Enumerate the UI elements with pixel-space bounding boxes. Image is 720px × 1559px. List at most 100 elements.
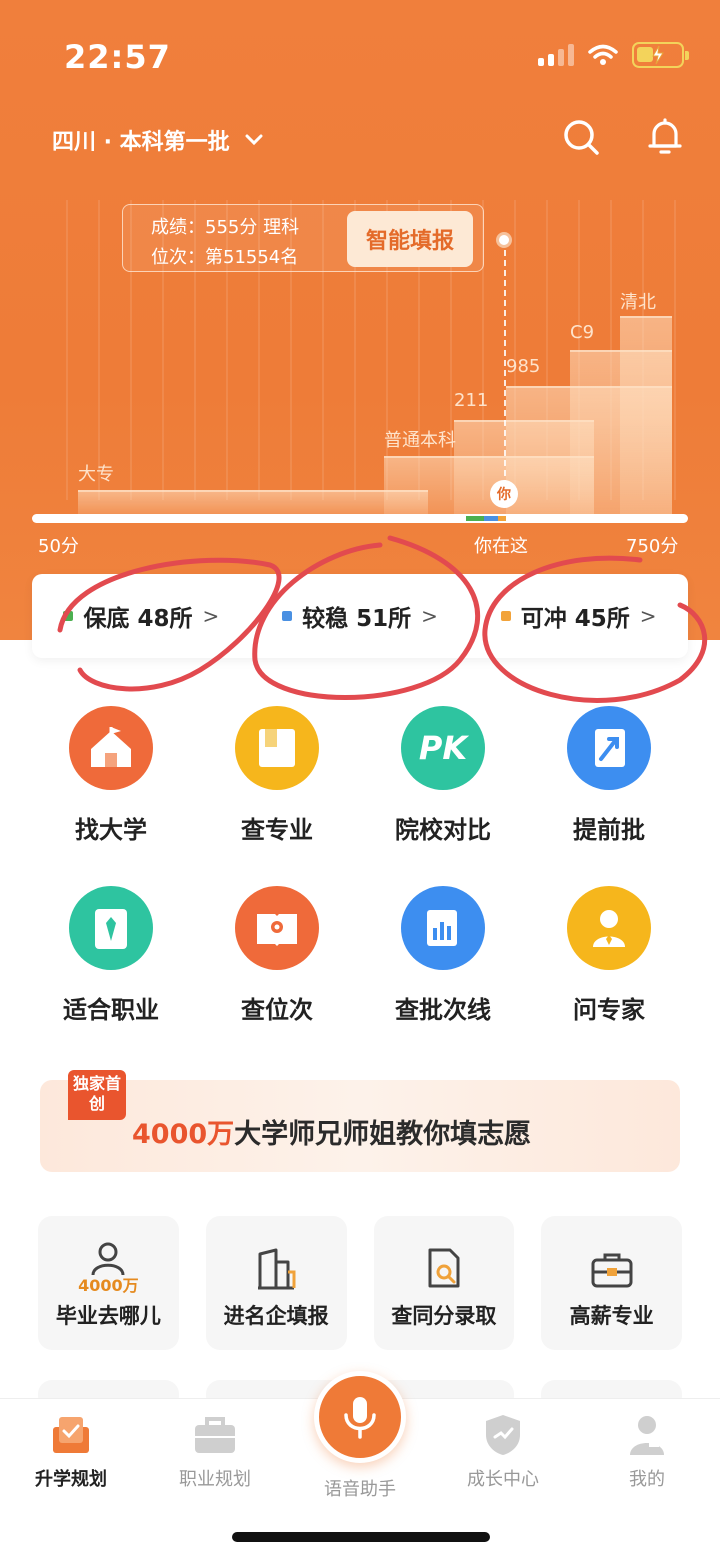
briefcase-icon <box>195 1417 235 1453</box>
status-time: 22:57 <box>64 38 171 76</box>
nav-label: 职业规划 <box>179 1469 251 1490</box>
axis-max-label: 750分 <box>626 536 679 557</box>
grid-item-early-batch[interactable]: 提前批 <box>526 706 692 845</box>
nav-item-growth-center[interactable]: 成长中心 <box>438 1413 568 1491</box>
nav-item-voice-assistant[interactable]: 语音助手 <box>295 1467 425 1501</box>
tier-label: 大专 <box>78 464 114 485</box>
recommendation-tabs: 保底 48所 > 较稳 51所 > 可冲 45所 > <box>32 574 688 658</box>
axis-min-label: 50分 <box>38 536 79 557</box>
score-axis <box>32 514 688 523</box>
reach-dot <box>500 611 511 621</box>
region-label: 四川 · 本科第一批 <box>52 130 230 155</box>
book-icon <box>235 706 319 790</box>
grid-item-batch-lines[interactable]: 查批次线 <box>360 886 526 1025</box>
tie-icon <box>69 886 153 970</box>
grid-item-compare[interactable]: PK 院校对比 <box>360 706 526 845</box>
score-text: 成绩：555分 理科 <box>151 217 300 238</box>
safe-dot <box>63 611 74 621</box>
mic-icon <box>344 1397 376 1439</box>
grid-label: 找大学 <box>75 816 147 844</box>
tier-label: C9 <box>570 322 595 343</box>
chevron-down-icon <box>245 134 263 146</box>
grid-label: 问专家 <box>573 996 645 1024</box>
card-sub: 4000万 <box>78 1276 139 1295</box>
grid-item-career-fit[interactable]: 适合职业 <box>28 886 194 1025</box>
expert-icon <box>567 886 651 970</box>
grid-label: 提前批 <box>573 816 645 844</box>
grid-item-rank-lookup[interactable]: 查位次 <box>194 886 360 1025</box>
banner-highlight: 4000万 <box>132 1119 235 1150</box>
home-indicator <box>232 1532 490 1542</box>
score-info-box: 成绩：555分 理科 位次：第51554名 智能填报 <box>122 204 484 272</box>
grid-label: 院校对比 <box>395 816 491 844</box>
feature-grid-row-2: 适合职业 查位次 查批次线 问专家 <box>28 886 692 1025</box>
header-actions <box>562 118 682 156</box>
tab-stable[interactable]: 较稳 51所 > <box>251 599 470 633</box>
grid-item-find-university[interactable]: 找大学 <box>28 706 194 845</box>
tier-label: 清北 <box>620 292 656 313</box>
tier-label: 211 <box>454 390 489 411</box>
banner-text: 4000万大学师兄师姐教你填志愿 <box>132 1112 531 1151</box>
exclusive-badge: 独家首创 <box>68 1070 126 1120</box>
status-icons <box>538 42 689 68</box>
rank-book-icon <box>235 886 319 970</box>
chevron-right-icon: > <box>639 604 657 628</box>
axis-segment-stable <box>484 516 498 521</box>
tier-bar-qingbei <box>620 316 672 514</box>
user-icon <box>630 1416 664 1455</box>
smart-fill-button[interactable]: 智能填报 <box>347 211 473 267</box>
tier-label: 985 <box>506 356 541 377</box>
voice-assistant-button[interactable] <box>314 1371 406 1463</box>
you-pin: 你 <box>490 480 518 508</box>
grid-label: 查位次 <box>241 996 313 1024</box>
card-label: 查同分录取 <box>391 1304 497 1328</box>
card-label: 进名企填报 <box>223 1304 329 1328</box>
grid-item-ask-expert[interactable]: 问专家 <box>526 886 692 1025</box>
card-same-score[interactable]: 查同分录取 <box>373 1216 515 1350</box>
tab-safe-label: 保底 48所 <box>83 606 193 632</box>
grid-item-search-major[interactable]: 查专业 <box>194 706 360 845</box>
status-bar: 22:57 <box>0 0 720 110</box>
tier-bar-dazhuan <box>78 490 428 514</box>
nav-item-career-plan[interactable]: 职业规划 <box>150 1413 280 1491</box>
nav-label: 我的 <box>629 1469 665 1490</box>
card-graduate-destination[interactable]: 4000万 毕业去哪儿 <box>38 1216 179 1350</box>
doc-search-icon <box>428 1248 460 1288</box>
shield-icon <box>486 1415 520 1455</box>
feature-grid-row-1: 找大学 查专业 PK 院校对比 提前批 <box>28 706 692 845</box>
flag-arrow-icon <box>567 706 651 790</box>
stable-dot <box>282 611 293 621</box>
card-high-salary[interactable]: 高薪专业 <box>541 1216 682 1350</box>
tab-stable-label: 较稳 51所 <box>302 606 412 632</box>
rank-text: 位次：第51554名 <box>151 247 299 268</box>
you-here-label: 你在这 <box>474 536 528 557</box>
card-label: 毕业去哪儿 <box>55 1304 161 1328</box>
hero-header: 22:57 四川 · 本科第一批 大专 普通本科 211 985 C9 清北 成… <box>0 0 720 640</box>
plan-icon <box>53 1417 89 1453</box>
briefcase-icon <box>591 1253 633 1288</box>
axis-segment-safe <box>466 516 484 521</box>
wifi-icon <box>588 44 618 65</box>
tab-reach-label: 可冲 45所 <box>520 606 630 632</box>
nav-item-study-plan[interactable]: 升学规划 <box>6 1413 136 1491</box>
promo-banner[interactable]: 独家首创 4000万大学师兄师姐教你填志愿 <box>40 1070 680 1172</box>
battery-icon <box>632 42 689 68</box>
person-icon <box>91 1242 125 1276</box>
grid-label: 查批次线 <box>395 996 491 1024</box>
tab-safe[interactable]: 保底 48所 > <box>32 599 251 633</box>
you-marker-dot <box>496 232 512 248</box>
axis-segment-reach <box>498 516 506 521</box>
feature-cards: 4000万 毕业去哪儿 进名企填报 查同分录取 高薪专业 <box>38 1216 682 1350</box>
grid-label: 适合职业 <box>63 996 159 1024</box>
banner-body: 大学师兄师姐教你填志愿 <box>234 1119 532 1150</box>
grid-label: 查专业 <box>241 816 313 844</box>
card-top-companies[interactable]: 进名企填报 <box>205 1216 347 1350</box>
tab-reach[interactable]: 可冲 45所 > <box>469 599 688 633</box>
building-icon <box>258 1248 296 1290</box>
chevron-right-icon: > <box>202 604 220 628</box>
bell-icon[interactable] <box>648 118 682 156</box>
nav-label: 升学规划 <box>35 1469 107 1490</box>
search-icon[interactable] <box>562 118 600 156</box>
nav-item-mine[interactable]: 我的 <box>582 1413 712 1491</box>
region-selector[interactable]: 四川 · 本科第一批 <box>52 124 264 156</box>
